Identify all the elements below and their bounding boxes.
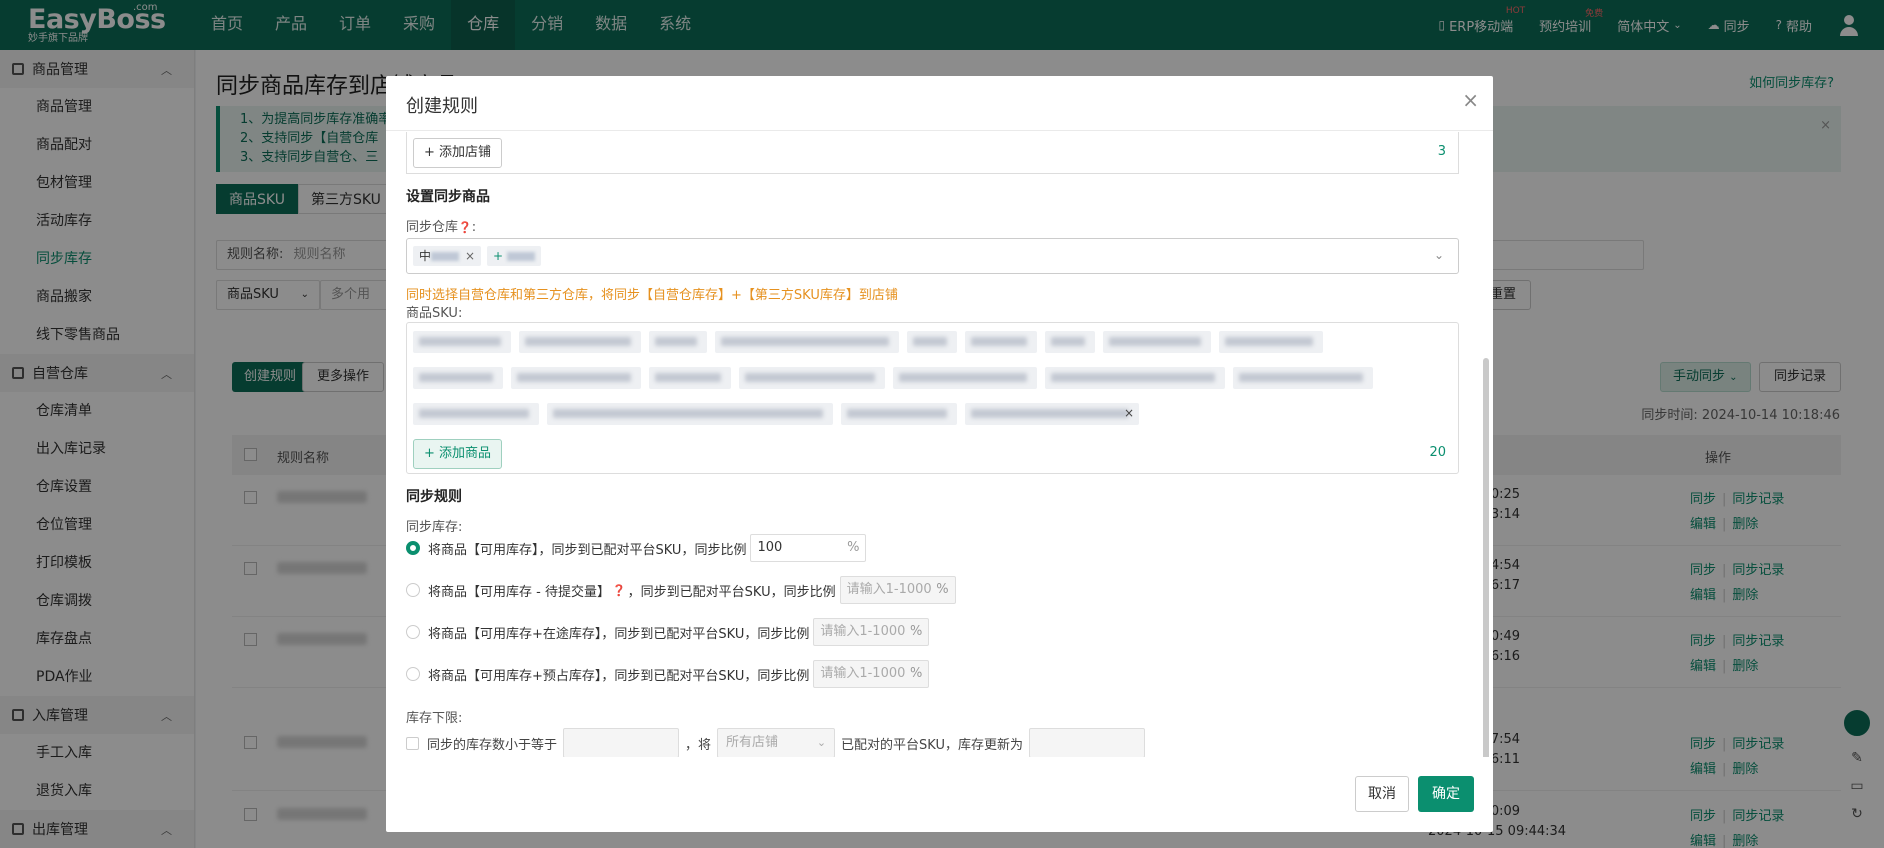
question-circle-icon[interactable]: ❓ bbox=[612, 584, 626, 597]
sku-chip bbox=[1219, 331, 1323, 353]
sku-count: 20 bbox=[1429, 445, 1446, 460]
ratio-placeholder: 请输入1-1000 bbox=[820, 666, 906, 681]
stock-label: 同步库存: bbox=[406, 520, 463, 535]
cancel-button[interactable]: 取消 bbox=[1355, 776, 1409, 812]
sku-chip bbox=[1045, 367, 1225, 389]
close-icon[interactable]: × bbox=[465, 249, 475, 263]
ratio-placeholder: 请输入1-1000 bbox=[820, 624, 906, 639]
question-circle-icon[interactable]: ❓ bbox=[458, 221, 472, 234]
warehouse-chip-more: + bbox=[487, 246, 541, 266]
option-label-suffix: ，同步到已配对平台SKU，同步比例 bbox=[627, 584, 836, 600]
option-available-plus-transit[interactable]: 将商品【可用库存+在途库存】，同步到已配对平台SKU，同步比例 请输入1-100… bbox=[406, 618, 930, 646]
modal-title: 创建规则 bbox=[406, 96, 478, 117]
ratio-input[interactable]: 100 % bbox=[750, 534, 867, 562]
sku-chip bbox=[519, 331, 641, 353]
modal-scrollbar[interactable] bbox=[1483, 358, 1489, 757]
chevron-down-icon: ⌄ bbox=[1433, 248, 1444, 262]
section-rule-title: 同步规则 bbox=[406, 489, 462, 505]
radio-unchecked[interactable] bbox=[406, 625, 420, 639]
sku-chip bbox=[841, 403, 957, 425]
sku-chip bbox=[907, 331, 957, 353]
warehouse-chip: 中 × bbox=[413, 246, 482, 266]
close-icon[interactable]: × bbox=[1124, 406, 1134, 420]
floor-row: 同步的库存数小于等于 ，将 所有店铺 ⌄ 已配对的平台SKU，库存更新为 bbox=[406, 728, 1151, 757]
floor-update-input[interactable] bbox=[1028, 728, 1145, 757]
section-goods-title: 设置同步商品 bbox=[406, 189, 490, 205]
sku-chip bbox=[1103, 331, 1211, 353]
sku-chip bbox=[413, 367, 503, 389]
radio-checked[interactable] bbox=[406, 541, 420, 555]
sku-chip bbox=[511, 367, 641, 389]
warehouse-label-text: 同步仓库 bbox=[406, 220, 459, 235]
sku-chip bbox=[965, 331, 1037, 353]
add-goods-button[interactable]: + 添加商品 bbox=[413, 439, 503, 469]
floor-checkbox[interactable] bbox=[406, 736, 419, 750]
ratio-input[interactable]: 请输入1-1000 % bbox=[813, 660, 930, 688]
shop-count: 3 bbox=[1437, 144, 1446, 159]
radio-unchecked[interactable] bbox=[406, 667, 420, 681]
percent-unit: % bbox=[847, 540, 860, 555]
percent-unit: % bbox=[936, 582, 949, 597]
warehouse-warning: 同时选择自营仓库和第三方仓库，将同步【自营仓库存】+【第三方SKU库存】到店铺 bbox=[406, 288, 898, 303]
warehouse-chip-more-label: + bbox=[493, 249, 504, 263]
sku-chip bbox=[413, 403, 539, 425]
sku-chip bbox=[893, 367, 1037, 389]
ratio-value: 100 bbox=[757, 540, 783, 555]
option-label: 将商品【可用库存 - 待提交量】 bbox=[428, 584, 610, 600]
percent-unit: % bbox=[909, 624, 923, 639]
option-available-stock[interactable]: 将商品【可用库存】，同步到已配对平台SKU，同步比例 100 % bbox=[406, 534, 867, 562]
warehouse-chip-label: 中 bbox=[419, 249, 432, 263]
close-icon[interactable]: × bbox=[1462, 88, 1479, 112]
ratio-placeholder: 请输入1-1000 bbox=[846, 582, 932, 597]
shop-box: + 添加店铺 3 bbox=[406, 132, 1459, 174]
modal-body: + 添加店铺 3 设置同步商品 同步仓库❓: 中 × + ⌄ 同时选择自营仓库和第… bbox=[386, 132, 1493, 757]
floor-text-3: 已配对的平台SKU，库存更新为 bbox=[841, 737, 1023, 753]
ratio-input[interactable]: 请输入1-1000 % bbox=[839, 576, 956, 604]
option-label: 将商品【可用库存+预占库存】，同步到已配对平台SKU，同步比例 bbox=[428, 668, 810, 684]
warehouse-label: 同步仓库❓: bbox=[406, 220, 477, 235]
sku-chip bbox=[1045, 331, 1095, 353]
sku-chip bbox=[649, 331, 707, 353]
add-shop-button[interactable]: + 添加店铺 bbox=[413, 138, 503, 168]
floor-threshold-input[interactable] bbox=[563, 728, 680, 757]
sku-label: 商品SKU: bbox=[406, 306, 463, 321]
sku-chip bbox=[715, 331, 899, 353]
ratio-input[interactable]: 请输入1-1000 % bbox=[813, 618, 930, 646]
warehouse-select[interactable]: 中 × + ⌄ bbox=[406, 238, 1459, 274]
floor-text-1: 同步的库存数小于等于 bbox=[427, 737, 558, 753]
floor-label: 库存下限: bbox=[406, 711, 463, 726]
floor-text-2: ，将 bbox=[685, 737, 712, 753]
sku-chip bbox=[547, 403, 833, 425]
option-available-minus-pending[interactable]: 将商品【可用库存 - 待提交量】 ❓ ，同步到已配对平台SKU，同步比例 请输入… bbox=[406, 576, 956, 604]
sku-chip bbox=[649, 367, 731, 389]
option-label: 将商品【可用库存】，同步到已配对平台SKU，同步比例 bbox=[428, 542, 747, 558]
create-rule-modal: 创建规则 × + 添加店铺 3 设置同步商品 同步仓库❓: 中 × + ⌄ 同时选… bbox=[386, 76, 1493, 832]
floor-shop-label: 所有店铺 bbox=[726, 735, 779, 750]
option-available-plus-reserved[interactable]: 将商品【可用库存+预占库存】，同步到已配对平台SKU，同步比例 请输入1-100… bbox=[406, 660, 930, 688]
chevron-down-icon: ⌄ bbox=[816, 736, 827, 749]
modal-header: 创建规则 × bbox=[386, 76, 1493, 131]
floor-shop-select[interactable]: 所有店铺 ⌄ bbox=[717, 728, 836, 757]
sku-box: × + 添加商品 20 bbox=[406, 322, 1459, 474]
sku-chip bbox=[413, 331, 511, 353]
percent-unit: % bbox=[909, 666, 923, 681]
option-label: 将商品【可用库存+在途库存】，同步到已配对平台SKU，同步比例 bbox=[428, 626, 810, 642]
sku-chip: × bbox=[965, 403, 1139, 425]
sku-chip bbox=[1233, 367, 1373, 389]
confirm-button[interactable]: 确定 bbox=[1418, 776, 1474, 812]
radio-unchecked[interactable] bbox=[406, 583, 420, 597]
sku-chip bbox=[739, 367, 885, 389]
